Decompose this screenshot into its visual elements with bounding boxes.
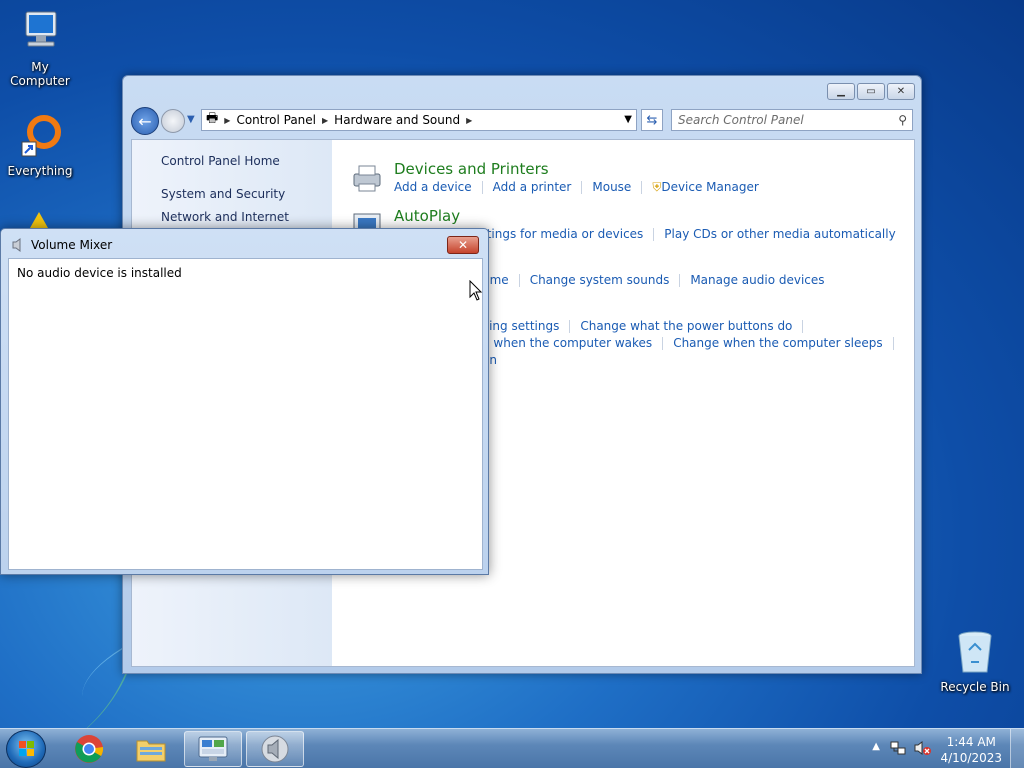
link-divider xyxy=(581,181,583,194)
link-divider xyxy=(662,337,664,350)
link-divider xyxy=(653,228,655,241)
category-links-autoplay: ttings for media or devices Play CDs or o… xyxy=(482,227,896,241)
back-button[interactable]: ← xyxy=(131,107,159,135)
nav-link-control-panel-home[interactable]: Control Panel Home xyxy=(161,154,280,168)
window-controls: ▁ ▭ ✕ xyxy=(827,83,915,100)
link-change-sleep-time[interactable]: Change when the computer sleeps xyxy=(673,336,882,350)
control-panel-icon: 🖶 xyxy=(206,111,219,126)
refresh-button[interactable]: ⇆ xyxy=(641,109,663,131)
address-dropdown-icon[interactable]: ▼ xyxy=(624,114,632,125)
control-panel-icon xyxy=(198,736,228,761)
link-divider xyxy=(518,274,520,287)
system-clock[interactable]: 1:44 AM 4/10/2023 xyxy=(940,734,1002,766)
forward-button[interactable] xyxy=(161,109,185,133)
link-manage-audio-devices[interactable]: Manage audio devices xyxy=(690,273,824,287)
shield-icon: ⛨ xyxy=(652,180,662,194)
minimize-icon: ▁ xyxy=(837,86,845,97)
folder-icon xyxy=(136,740,166,762)
close-button[interactable]: ✕ xyxy=(887,83,915,100)
desktop-icon-partial xyxy=(30,212,48,228)
recycle-bin-icon xyxy=(951,628,999,676)
link-divider xyxy=(481,181,483,194)
speaker-icon xyxy=(12,238,24,252)
mouse-cursor-icon xyxy=(469,279,483,302)
no-audio-device-message: No audio device is installed xyxy=(17,266,182,280)
link-add-a-printer[interactable]: Add a printer xyxy=(493,180,572,194)
breadcrumb-control-panel[interactable]: Control Panel xyxy=(236,113,316,127)
clock-date: 4/10/2023 xyxy=(940,751,1002,765)
link-divider xyxy=(641,181,643,194)
start-button[interactable] xyxy=(6,730,46,768)
speaker-icon xyxy=(261,735,289,763)
breadcrumb-separator-icon: ▶ xyxy=(322,115,329,125)
clock-time: 1:44 AM xyxy=(946,735,996,749)
nav-link-system-and-security[interactable]: System and Security xyxy=(161,187,285,201)
category-links-devices-and-printers: Add a device Add a printer Mouse ⛨ Device M… xyxy=(394,180,759,195)
category-links-sound: ume Change system sounds Manage audio devi… xyxy=(482,273,825,287)
address-bar[interactable]: 🖶 ▶ Control Panel ▶ Hardware and Sound ▶… xyxy=(201,109,637,131)
close-icon: ✕ xyxy=(896,86,906,97)
search-input[interactable]: Search Control Panel ⚲ xyxy=(671,109,913,131)
link-change-system-sounds[interactable]: Change system sounds xyxy=(530,273,670,287)
maximize-icon: ▭ xyxy=(866,86,876,97)
taskbar-explorer[interactable] xyxy=(122,731,180,767)
volume-mixer-title: Volume Mixer xyxy=(31,238,113,252)
search-icon: ⚲ xyxy=(898,113,907,127)
volume-mixer-window: Volume Mixer ✕ No audio device is instal… xyxy=(0,228,489,575)
printer-icon xyxy=(350,162,384,194)
back-arrow-icon: ← xyxy=(138,111,152,131)
windows-logo-icon xyxy=(19,741,34,756)
volume-mixer-content: No audio device is installed xyxy=(8,258,483,570)
taskbar-volume-mixer[interactable] xyxy=(246,731,304,767)
link-divider xyxy=(679,274,681,287)
link-divider xyxy=(802,320,804,333)
breadcrumb-separator-icon: ▶ xyxy=(224,115,231,125)
volume-muted-icon[interactable] xyxy=(914,740,932,756)
taskbar-chrome[interactable] xyxy=(60,731,118,767)
link-change-power-saving-settings[interactable]: ving settings xyxy=(482,319,559,333)
minimize-button[interactable]: ▁ xyxy=(827,83,855,100)
desktop-icon-everything[interactable]: Everything xyxy=(0,112,80,178)
tray-expand-icon[interactable]: ▲ xyxy=(872,741,880,752)
breadcrumb-separator-icon: ▶ xyxy=(466,115,473,125)
link-divider xyxy=(892,337,894,350)
volume-mixer-close-button[interactable]: ✕ xyxy=(447,236,479,254)
refresh-icon: ⇆ xyxy=(646,112,658,128)
everything-search-icon xyxy=(16,112,64,160)
computer-icon xyxy=(16,8,64,56)
taskbar-control-panel[interactable] xyxy=(184,731,242,767)
category-title-devices-and-printers[interactable]: Devices and Printers xyxy=(394,160,549,178)
desktop-icon-my-computer[interactable]: My Computer xyxy=(0,8,80,88)
close-icon: ✕ xyxy=(457,238,469,252)
breadcrumb-hardware-and-sound[interactable]: Hardware and Sound xyxy=(334,113,460,127)
category-title-autoplay[interactable]: AutoPlay xyxy=(394,207,460,225)
link-change-default-settings[interactable]: ttings for media or devices xyxy=(482,227,643,241)
chevron-down-icon: ▼ xyxy=(187,114,195,125)
link-divider xyxy=(569,320,571,333)
desktop-icon-label: Recycle Bin xyxy=(940,680,1010,694)
desktop-icon-label: Everything xyxy=(7,164,73,178)
link-add-a-device[interactable]: Add a device xyxy=(394,180,472,194)
network-icon[interactable] xyxy=(890,740,906,756)
taskbar: ▲ 1:44 AM 4/10/2023 xyxy=(0,728,1024,768)
chrome-icon xyxy=(75,735,104,763)
category-links-power: ving settings Change what the power butto… xyxy=(482,319,813,333)
nav-link-network-and-internet[interactable]: Network and Internet xyxy=(161,210,289,224)
show-desktop-button[interactable] xyxy=(1010,729,1024,768)
maximize-button[interactable]: ▭ xyxy=(857,83,885,100)
desktop-icon-label: My Computer xyxy=(10,60,70,88)
search-placeholder: Search Control Panel xyxy=(678,113,804,127)
category-links-power-row2: d when the computer wakes Change when the… xyxy=(482,336,904,350)
link-mouse[interactable]: Mouse xyxy=(592,180,631,194)
link-play-cds[interactable]: Play CDs or other media automatically xyxy=(664,227,895,241)
link-change-power-buttons[interactable]: Change what the power buttons do xyxy=(580,319,792,333)
desktop-icon-recycle-bin[interactable]: Recycle Bin xyxy=(935,628,1015,694)
link-device-manager[interactable]: Device Manager xyxy=(661,180,758,194)
navigation-bar: ← ▼ 🖶 ▶ Control Panel ▶ Hardware and Sou… xyxy=(131,107,913,135)
link-require-password-on-wake[interactable]: d when the computer wakes xyxy=(482,336,652,350)
recent-pages-button[interactable]: ▼ xyxy=(187,114,195,125)
